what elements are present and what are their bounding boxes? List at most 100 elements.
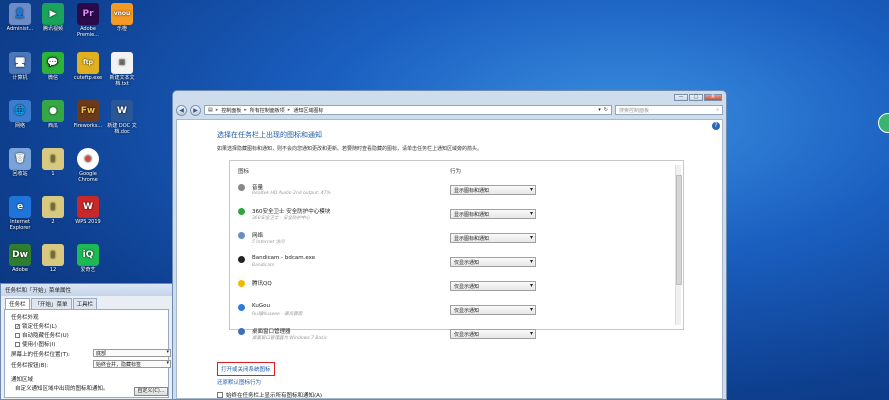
vertical-scrollbar[interactable] [675, 165, 682, 325]
table-row: 网络 5 Internet 访问 显示图标和通知 [238, 229, 674, 253]
desktop-icon[interactable]: 🗑 回收站 [2, 148, 38, 177]
behavior-select[interactable]: 仅显示通知 [450, 305, 536, 315]
desktop-icon[interactable]: 🌐 网络 [2, 100, 38, 129]
desktop-icon[interactable]: W WPS 2019 [70, 196, 106, 225]
checkbox-box[interactable] [15, 341, 20, 347]
desktop-icon-label: 回收站 [12, 171, 28, 177]
behavior-select[interactable]: 仅显示通知 [450, 257, 536, 267]
row-name: KuGou [252, 303, 270, 309]
desktop-icon-label: 西瓜 [47, 123, 58, 129]
position-select[interactable]: 底部 [93, 349, 171, 357]
always-show-checkbox[interactable]: 始终在任务栏上显示所有图标和通知(A) [217, 391, 322, 399]
behavior-select[interactable]: 显示图标和通知 [450, 233, 536, 243]
customize-button[interactable]: 自定义(C)... [134, 387, 168, 396]
maximize-button[interactable]: ▢ [689, 94, 703, 101]
tab-start-menu[interactable]: 「开始」菜单 [30, 298, 72, 309]
chevron-down-icon[interactable]: ▾ [598, 107, 601, 113]
notification-icons-window: — ▢ X ◀ ▶ ▤ ▸ 控制面板 ▸ 所有控制面板项 ▸ 通知区域图标 ▾ … [172, 90, 727, 400]
desktop-icon[interactable]: W 新建 DOC 文档.doc [104, 100, 140, 135]
search-icon: ⌕ [716, 107, 719, 113]
user-icon: 👤 [9, 3, 31, 25]
dialog-tabs: 任务栏 「开始」菜单 工具栏 [1, 298, 172, 309]
kugou-icon [238, 304, 245, 311]
address-bar[interactable]: ▤ ▸ 控制面板 ▸ 所有控制面板项 ▸ 通知区域图标 ▾ ↻ [204, 105, 612, 115]
desktop-icon[interactable]: ● 西瓜 [35, 100, 71, 129]
icons-table: 图标 行为 音量 Realtek HD Audio 2nd output: 47… [229, 160, 684, 341]
row-subtitle: 360安全卫士 - 安全防护中心 [252, 216, 311, 221]
desktop-icon[interactable]: ▶ 腾讯视频 [35, 3, 71, 32]
checkbox-checked[interactable]: ✓ [15, 323, 20, 329]
table-row: 腾讯QQ 仅显示通知 [238, 277, 674, 301]
speaker-icon [238, 184, 245, 191]
breadcrumb-notification-icons[interactable]: 通知区域图标 [293, 107, 323, 114]
desktop-icon[interactable]: Dw Adobe [2, 244, 38, 273]
checkbox-box[interactable] [15, 332, 20, 338]
behavior-select[interactable]: 仅显示通知 [450, 329, 536, 339]
desktop-icon[interactable]: 💬 微信 [35, 52, 71, 81]
desktop-icon[interactable]: e Internet Explorer [2, 196, 38, 231]
desktop-icon[interactable]: Pr Adobe Premie... [70, 3, 106, 38]
word-doc-icon: W [111, 100, 133, 122]
row-subtitle: 桌面窗口管理器为 Windows 7 Basic [252, 336, 328, 341]
desktop-icon[interactable]: ≡ 新建文本文档.txt [104, 52, 140, 87]
desktop-icon[interactable]: Fw Fireworks... [70, 100, 106, 129]
desktop-icon-label: cuteftp.exe [73, 75, 103, 81]
scrollbar-thumb[interactable] [676, 175, 682, 285]
desktop-icon-label: 腾讯视频 [42, 26, 63, 32]
desktop-icon-label: Administ... [6, 26, 34, 32]
desktop-icon[interactable]: iQ 爱奇艺 [70, 244, 106, 273]
behavior-select[interactable]: 仅显示通知 [450, 281, 536, 291]
iqiyi-icon: iQ [77, 244, 99, 266]
small-icons-checkbox[interactable]: 使用小图标(I) [15, 340, 55, 348]
checkbox-label: 使用小图标(I) [22, 342, 56, 348]
tab-toolbars[interactable]: 工具栏 [72, 298, 98, 309]
buttons-select[interactable]: 始终合并，隐藏标签 [93, 360, 171, 368]
desktop-icon[interactable]: ▮ 12 [35, 244, 71, 273]
forward-button[interactable]: ▶ [190, 104, 201, 116]
appearance-label: 任务栏外观 [11, 315, 39, 321]
ftp-icon: ftp [77, 52, 99, 74]
desktop-icon-label: 2 [51, 219, 55, 225]
tab-taskbar[interactable]: 任务栏 [5, 298, 30, 309]
row-name: 桌面窗口管理器 [252, 329, 291, 335]
desktop-icon-label: 爱奇艺 [80, 267, 96, 273]
desktop-icon-label: Fireworks... [73, 123, 103, 129]
lock-taskbar-checkbox[interactable]: ✓ 锁定任务栏(L) [15, 322, 57, 330]
buttons-label: 任务栏按钮(B): [11, 363, 49, 369]
behavior-select[interactable]: 显示图标和通知 [450, 209, 536, 219]
search-input[interactable]: 搜索控制面板 ⌕ [615, 105, 723, 115]
qq-icon [238, 280, 245, 287]
desktop-icon-label: Adobe Premie... [76, 26, 100, 38]
help-icon[interactable]: ? [712, 122, 720, 130]
breadcrumb-all-items[interactable]: 所有控制面板项 [250, 107, 285, 114]
desktop-icon[interactable]: ◉ Google Chrome [70, 148, 106, 183]
restore-default-link[interactable]: 还原默认图标行为 [217, 378, 261, 386]
wechat-icon: 💬 [42, 52, 64, 74]
desktop-icons: 👤 Administ... ▶ 腾讯视频 Pr Adobe Premie... vno… [0, 0, 140, 290]
autohide-checkbox[interactable]: 自动隐藏任务栏(U) [15, 331, 69, 339]
checkbox-box[interactable] [217, 392, 223, 398]
desktop-icon[interactable]: ftp cuteftp.exe [70, 52, 106, 81]
premiere-icon: Pr [77, 3, 99, 25]
ie-icon: e [9, 196, 31, 218]
breadcrumb-separator: ▸ [287, 107, 291, 113]
desktop-icon[interactable]: ▮ 1 [35, 148, 71, 177]
desktop-icon[interactable]: 👤 Administ... [2, 3, 38, 32]
desktop-icon[interactable]: ▮ 2 [35, 196, 71, 225]
desktop-icon[interactable]: 🖥 计算机 [2, 52, 38, 81]
row-name: Bandicam - bdcam.exe [252, 255, 316, 261]
system-icons-link[interactable]: 打开或关闭系统图标 [217, 362, 275, 376]
breadcrumb-control-panel[interactable]: 控制面板 [221, 107, 241, 114]
desktop-gadget[interactable] [878, 113, 889, 133]
notify-label: 通知区域 [11, 377, 34, 383]
desktop-icon-label: Adobe [12, 267, 28, 273]
minimize-button[interactable]: — [674, 94, 688, 101]
desktop-icon-label: WPS 2019 [75, 219, 101, 225]
column-header-icon: 图标 [238, 169, 250, 175]
behavior-select[interactable]: 显示图标和通知 [450, 185, 536, 195]
back-button[interactable]: ◀ [176, 104, 187, 116]
refresh-icon[interactable]: ↻ [604, 107, 608, 113]
breadcrumb-separator: ▸ [215, 107, 219, 113]
desktop-icon[interactable]: vnou 乐橙 [104, 3, 140, 32]
close-button[interactable]: X [704, 94, 722, 101]
